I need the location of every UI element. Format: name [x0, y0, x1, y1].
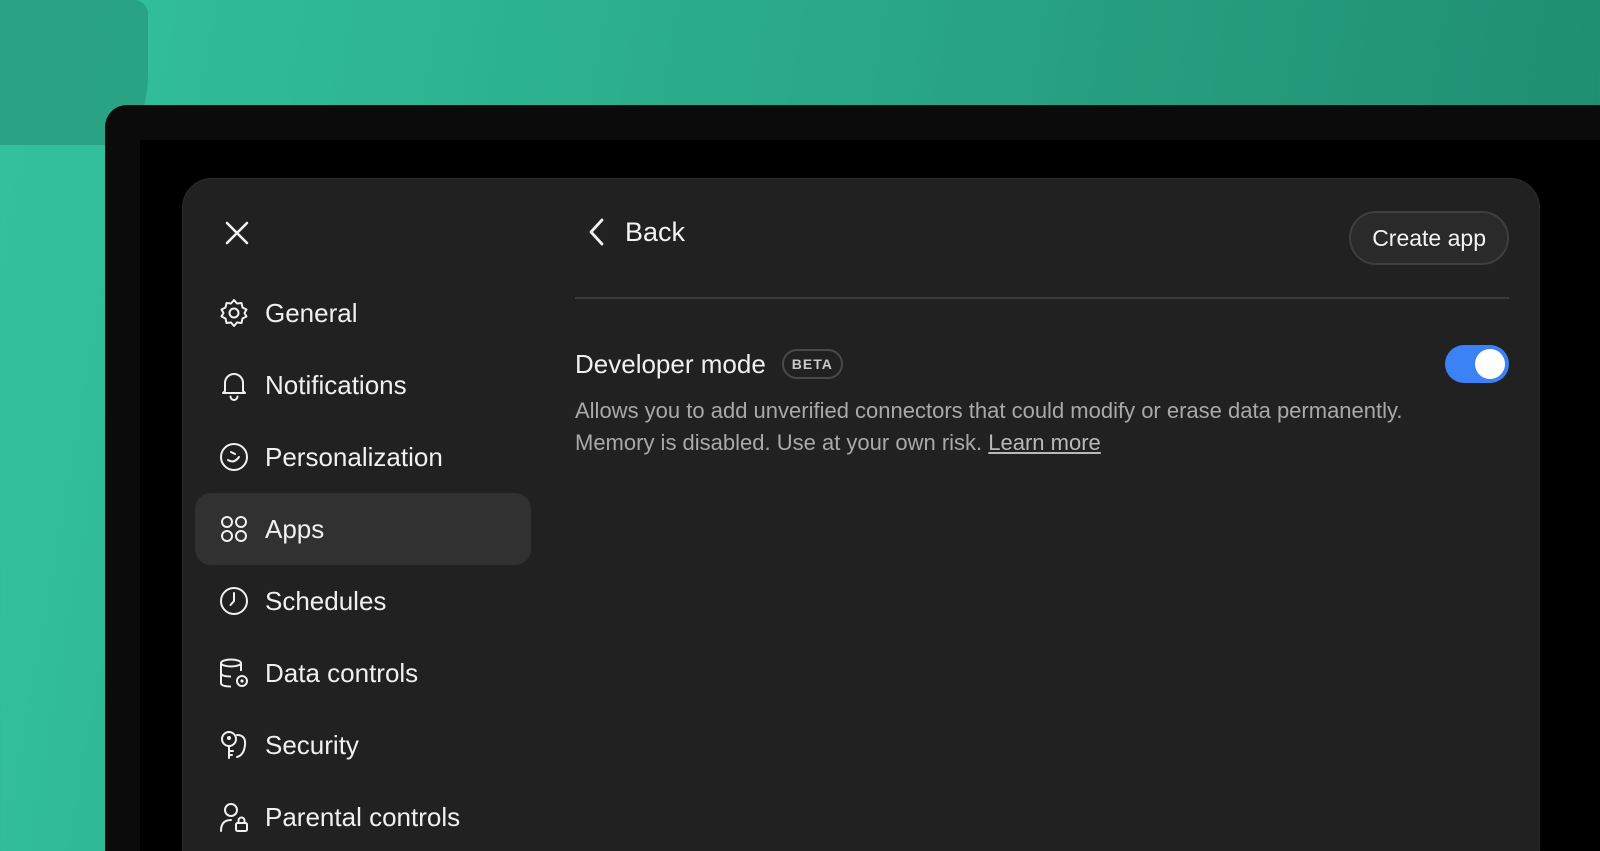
toggle-knob	[1475, 349, 1505, 379]
parental-lock-icon	[217, 800, 251, 834]
learn-more-link[interactable]: Learn more	[988, 430, 1101, 455]
sidebar-item-security[interactable]: Security	[195, 709, 531, 781]
sidebar-item-label: Apps	[265, 513, 325, 544]
sidebar-item-label: General	[265, 297, 358, 328]
developer-mode-description: Allows you to add unverified connectors …	[575, 395, 1405, 459]
sidebar-item-parental-controls[interactable]: Parental controls	[195, 781, 531, 851]
header-divider	[575, 297, 1509, 299]
chevron-left-icon	[589, 218, 604, 246]
sidebar-item-label: Parental controls	[265, 801, 461, 832]
beta-badge: BETA	[781, 349, 843, 379]
gear-icon	[217, 296, 251, 330]
sidebar-item-data-controls[interactable]: Data controls	[195, 637, 531, 709]
sidebar-item-general[interactable]: General	[195, 277, 531, 349]
back-button[interactable]: Back	[583, 209, 685, 255]
close-button[interactable]	[219, 215, 255, 251]
sidebar-item-notifications[interactable]: Notifications	[195, 349, 531, 421]
settings-sidebar: General Notifications Personalization Ap…	[195, 277, 531, 851]
create-app-button[interactable]: Create app	[1349, 211, 1509, 265]
settings-modal: General Notifications Personalization Ap…	[182, 178, 1540, 851]
sidebar-item-apps[interactable]: Apps	[195, 493, 531, 565]
back-label: Back	[625, 216, 686, 247]
sidebar-item-schedules[interactable]: Schedules	[195, 565, 531, 637]
bell-icon	[217, 368, 251, 402]
close-icon	[225, 221, 249, 245]
developer-mode-toggle[interactable]	[1445, 345, 1509, 383]
sidebar-item-label: Personalization	[265, 441, 443, 472]
personalization-icon	[217, 440, 251, 474]
apps-grid-icon	[217, 512, 251, 546]
developer-mode-setting: Developer mode BETA Allows you to add un…	[575, 345, 1509, 459]
key-icon	[217, 728, 251, 762]
sidebar-item-label: Security	[265, 729, 359, 760]
database-gear-icon	[217, 656, 251, 690]
sidebar-item-label: Data controls	[265, 657, 419, 688]
sidebar-item-label: Notifications	[265, 369, 407, 400]
sidebar-item-label: Schedules	[265, 585, 387, 616]
clock-icon	[217, 584, 251, 618]
sidebar-item-personalization[interactable]: Personalization	[195, 421, 531, 493]
developer-mode-title: Developer mode	[575, 348, 766, 379]
